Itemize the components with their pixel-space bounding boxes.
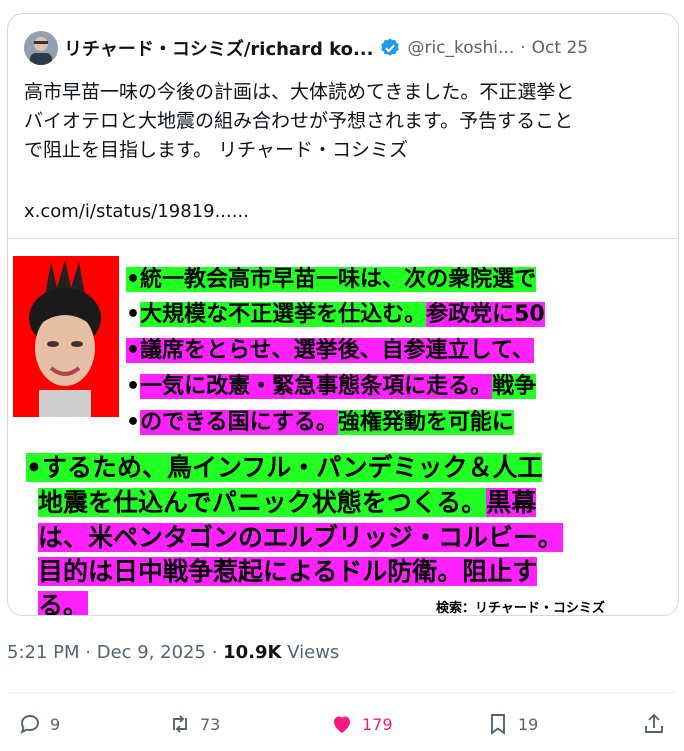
quoted-handle[interactable]: @ric_koshi... bbox=[407, 38, 514, 58]
repost-icon bbox=[173, 715, 187, 733]
post-meta: 5:21 PM · Dec 9, 2025 · 10.9K Views bbox=[7, 642, 339, 663]
quoted-post-link[interactable]: x.com/i/status/19819...... bbox=[24, 201, 249, 222]
meta-separator: · bbox=[79, 642, 97, 663]
quoted-post-card[interactable]: リチャード・コシミズ/richard ko... @ric_koshi... ·… bbox=[7, 13, 679, 616]
divider bbox=[7, 692, 677, 693]
verified-badge-icon bbox=[381, 38, 400, 56]
bookmark-count: 19 bbox=[518, 714, 539, 734]
repost-button[interactable]: 73 bbox=[168, 712, 220, 736]
bookmark-icon bbox=[491, 714, 505, 735]
quoted-date[interactable]: Oct 25 bbox=[532, 38, 588, 58]
views-label: Views bbox=[281, 642, 340, 663]
action-bar: 9 73 179 19 bbox=[0, 706, 684, 746]
repost-count: 73 bbox=[200, 714, 221, 734]
post-date[interactable]: Dec 9, 2025 bbox=[97, 642, 206, 663]
quoted-display-name[interactable]: リチャード・コシミズ/richard ko... bbox=[64, 35, 373, 61]
quoted-image[interactable]: •統一教会高市早苗一味は、次の衆院選で •大規模な不正選挙を仕込む。参政党に50… bbox=[8, 238, 678, 616]
reply-button[interactable]: 9 bbox=[18, 712, 60, 736]
flyer-line-10: る。 bbox=[38, 586, 89, 615]
share-icon bbox=[645, 713, 663, 733]
portrait-photo bbox=[13, 256, 119, 417]
bookmark-button[interactable]: 19 bbox=[486, 712, 538, 736]
like-button[interactable]: 179 bbox=[330, 712, 393, 736]
quoted-post-header: リチャード・コシミズ/richard ko... @ric_koshi... ·… bbox=[24, 30, 666, 66]
quoted-avatar[interactable] bbox=[24, 31, 58, 65]
header-separator: · bbox=[520, 38, 526, 58]
flyer-line-4: •一気に改憲・緊急事態条項に走る。戦争 bbox=[126, 374, 537, 399]
share-button[interactable] bbox=[642, 712, 666, 736]
flyer-line-9: 目的は日中戦争惹起によるドル防衛。阻止す bbox=[38, 557, 538, 586]
search-caption: 検索：リチャード・コシミズ bbox=[436, 601, 605, 616]
flyer-line-7: 地震を仕込んでパニック状態をつくる。黒幕 bbox=[38, 488, 537, 517]
flyer-line-8: は、米ペンタゴンのエルブリッジ・コルビー。 bbox=[38, 523, 563, 552]
heart-icon bbox=[334, 716, 350, 733]
like-count: 179 bbox=[362, 714, 393, 734]
flyer-line-5: •のできる国にする。強権発動を可能に bbox=[126, 410, 514, 435]
flyer-line-1: •統一教会高市早苗一味は、次の衆院選で bbox=[126, 267, 537, 292]
flyer-line-2: •大規模な不正選挙を仕込む。参政党に50 bbox=[126, 302, 545, 327]
reply-count: 9 bbox=[50, 714, 61, 734]
flyer-line-3: •議席をとらせ、選挙後、自参連立して、 bbox=[126, 338, 534, 363]
quoted-post-text: 高市早苗一味の今後の計画は、大体読めてきました。不正選挙と バイオテロと大地震の… bbox=[24, 81, 575, 161]
reply-icon bbox=[20, 715, 39, 734]
post-time[interactable]: 5:21 PM bbox=[7, 642, 80, 663]
view-count: 10.9K bbox=[223, 642, 282, 663]
meta-separator: · bbox=[205, 642, 224, 663]
flyer-line-6: •するため、鳥インフル・パンデミック＆人工 bbox=[26, 453, 543, 482]
